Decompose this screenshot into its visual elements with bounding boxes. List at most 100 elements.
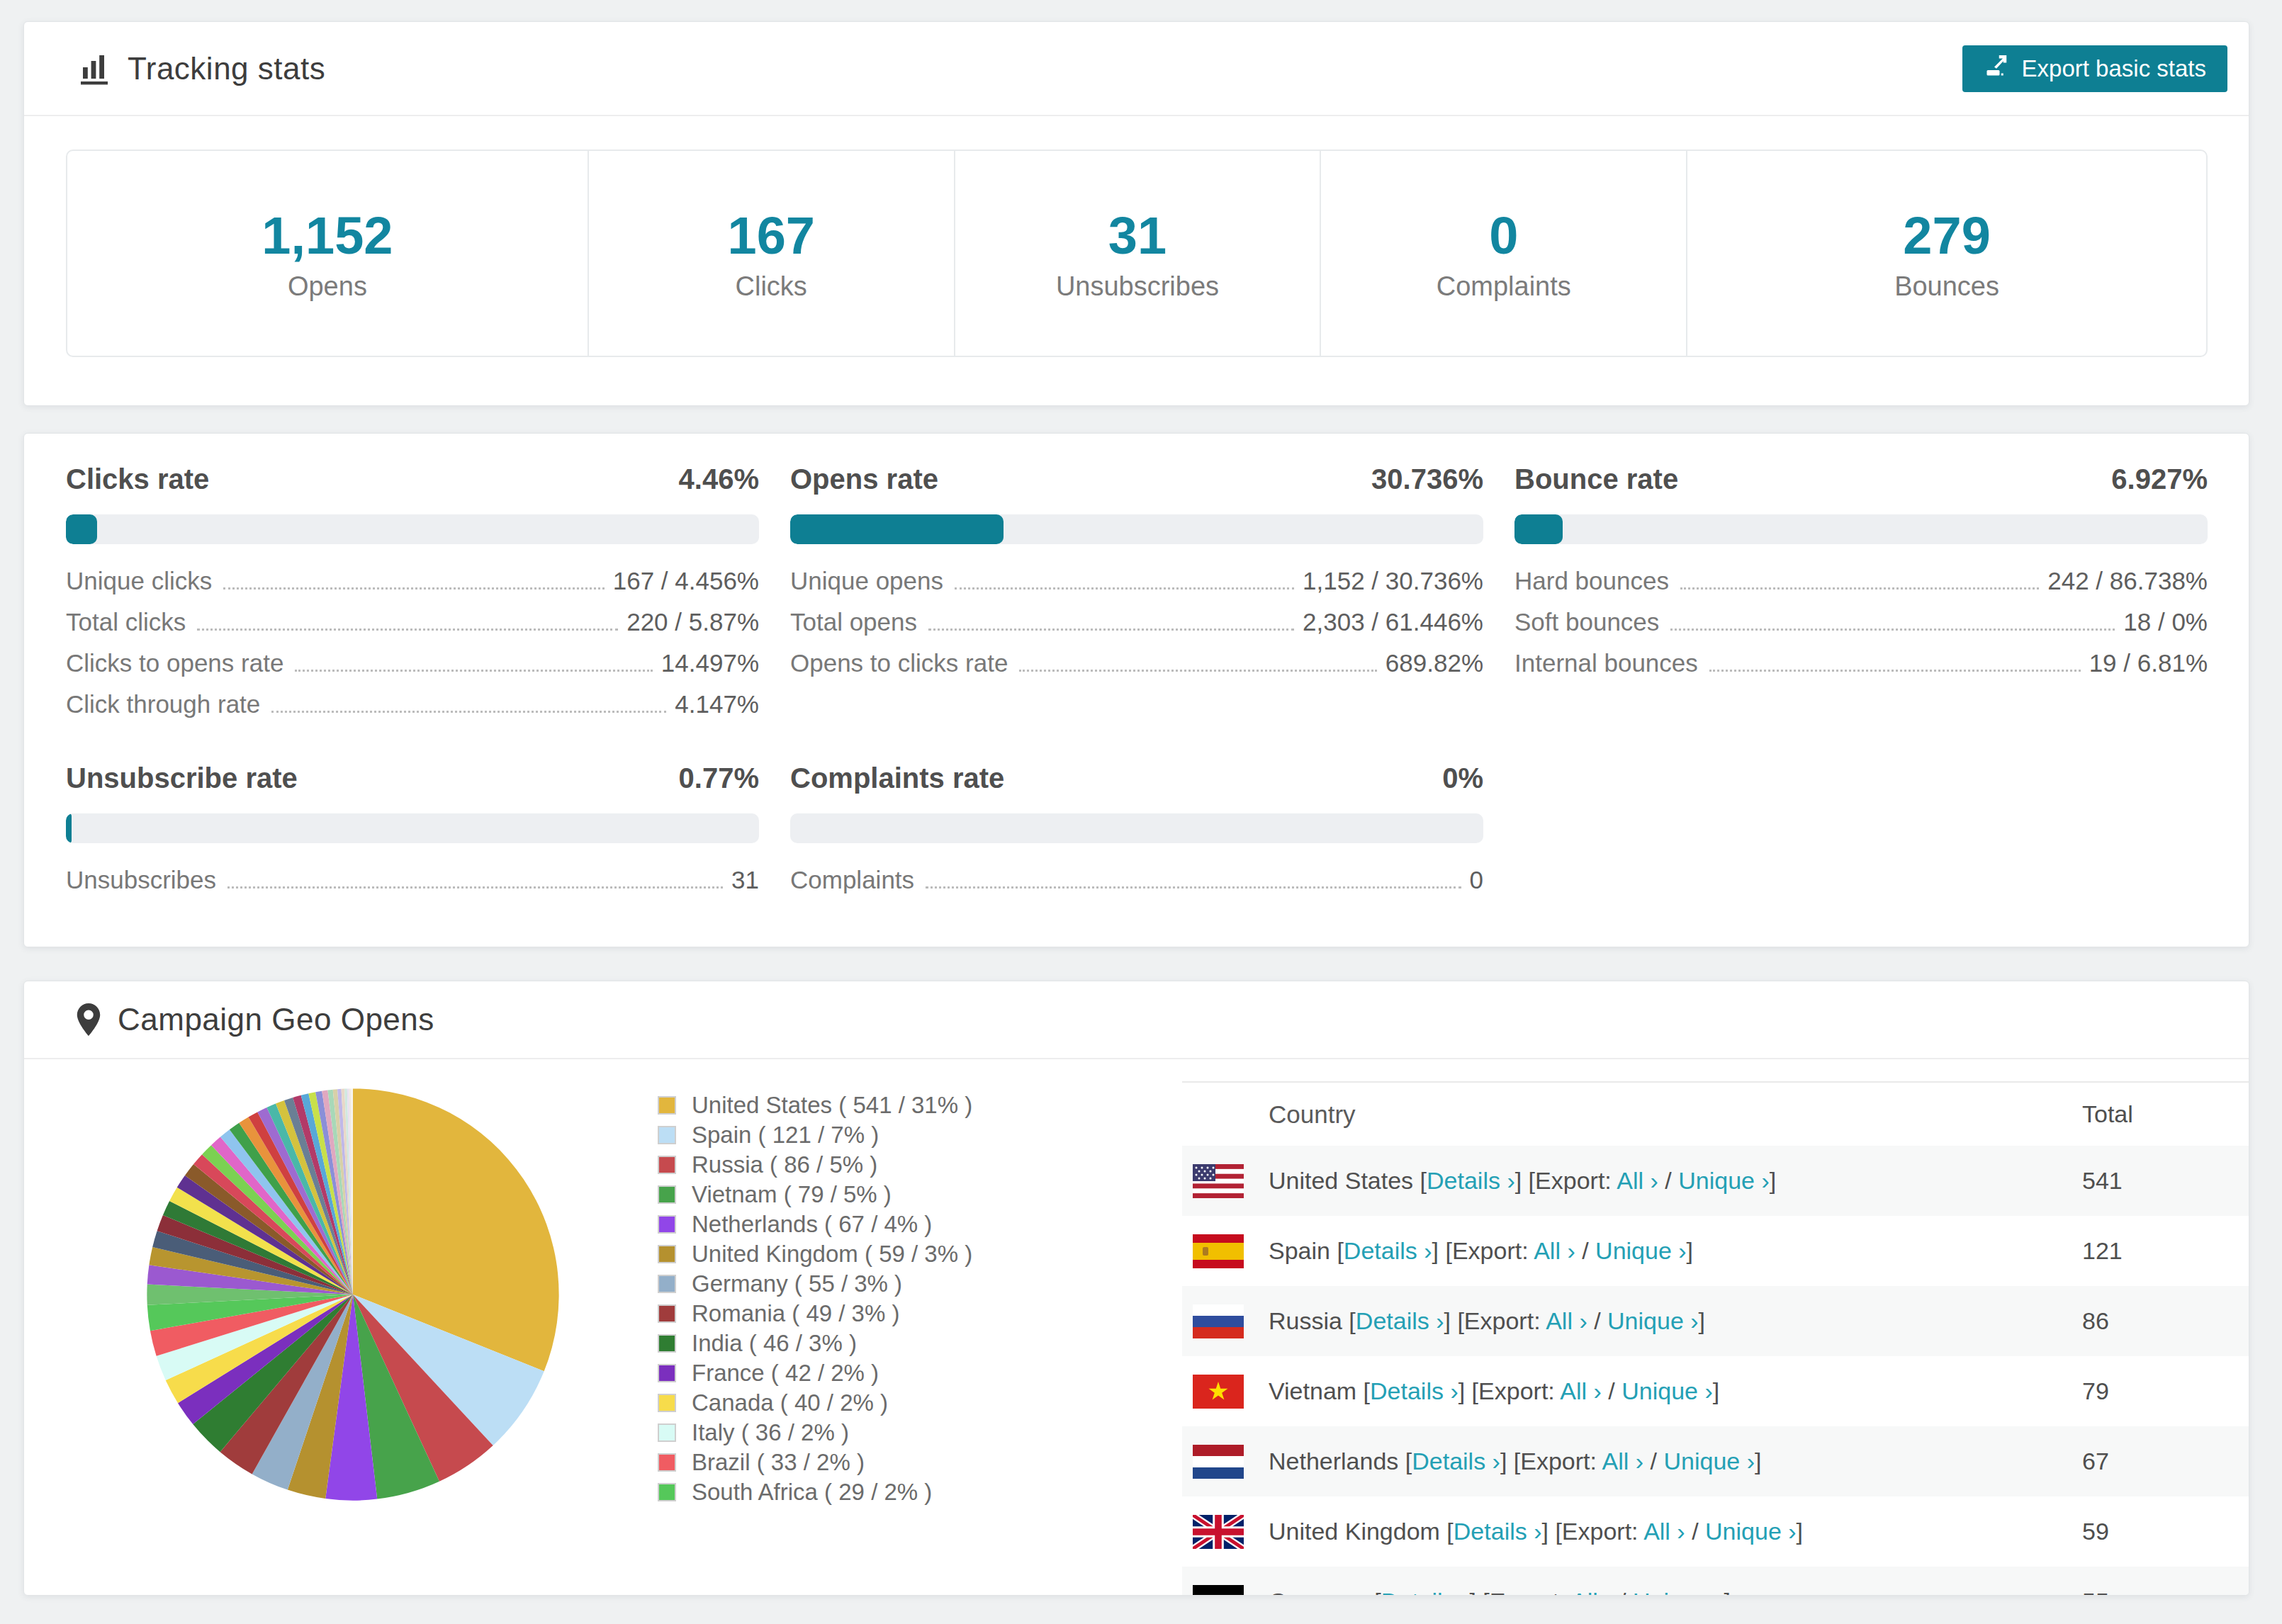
rate-row: Unique opens1,152 / 30.736% bbox=[790, 567, 1483, 608]
progress-bar bbox=[66, 514, 759, 544]
details-link[interactable]: Details › bbox=[1370, 1377, 1458, 1404]
rates-grid: Clicks rate4.46%Unique clicks167 / 4.456… bbox=[66, 463, 2208, 907]
export-basic-stats-button[interactable]: Export basic stats bbox=[1962, 45, 2227, 92]
tracking-stats-title: Tracking stats bbox=[77, 51, 325, 86]
rate-row: Total clicks220 / 5.87% bbox=[66, 608, 759, 649]
stat-label: Bounces bbox=[1894, 271, 1999, 302]
export-all-link[interactable]: All › bbox=[1643, 1518, 1685, 1545]
legend-swatch bbox=[658, 1334, 676, 1353]
geo-th-country: Country bbox=[1269, 1100, 2082, 1129]
legend-swatch bbox=[658, 1304, 676, 1323]
export-all-link[interactable]: All › bbox=[1534, 1237, 1575, 1264]
details-link[interactable]: Details › bbox=[1356, 1307, 1444, 1334]
stat-box-clicks: 167 Clicks bbox=[588, 151, 954, 356]
geo-table: Country Total United States [Details ›] … bbox=[1182, 1081, 2249, 1596]
export-unique-link[interactable]: Unique › bbox=[1607, 1307, 1699, 1334]
rate-section-clicks-rate: Clicks rate4.46%Unique clicks167 / 4.456… bbox=[66, 463, 759, 731]
geo-table-row-nl: Netherlands [Details ›] [Export: All › /… bbox=[1182, 1426, 2249, 1496]
rate-section-opens-rate: Opens rate30.736%Unique opens1,152 / 30.… bbox=[790, 463, 1483, 731]
stats-grid: 1,152Opens 167 Clicks 31 Unsubscribes 0Compla… bbox=[66, 150, 2208, 357]
details-link[interactable]: Details › bbox=[1427, 1167, 1515, 1194]
stats-wrap: 1,152Opens 167 Clicks 31 Unsubscribes 0Compla… bbox=[24, 116, 2249, 405]
rate-row: Click through rate4.147% bbox=[66, 690, 759, 731]
legend-item: Italy ( 36 / 2% ) bbox=[658, 1418, 972, 1448]
legend-swatch bbox=[658, 1394, 676, 1412]
page: Tracking stats Export basic stats 1,152O… bbox=[0, 0, 2282, 1596]
rate-row: Clicks to opens rate14.497% bbox=[66, 649, 759, 690]
map-marker-icon bbox=[77, 1003, 101, 1036]
progress-bar bbox=[1514, 514, 2208, 544]
rate-row: Hard bounces242 / 86.738% bbox=[1514, 567, 2208, 608]
geo-legend: United States ( 541 / 31% )Spain ( 121 /… bbox=[658, 1090, 972, 1507]
export-unique-link[interactable]: Unique › bbox=[1663, 1448, 1755, 1474]
export-all-link[interactable]: All › bbox=[1571, 1588, 1613, 1596]
stat-value: 31 bbox=[1108, 205, 1167, 266]
details-link[interactable]: Details › bbox=[1412, 1448, 1500, 1474]
export-unique-link[interactable]: Unique › bbox=[1595, 1237, 1687, 1264]
export-unique-link[interactable]: Unique › bbox=[1621, 1377, 1713, 1404]
legend-item: Brazil ( 33 / 2% ) bbox=[658, 1448, 972, 1477]
rate-section-unsubscribe-rate: Unsubscribe rate0.77%Unsubscribes31 bbox=[66, 762, 759, 907]
export-unique-link[interactable]: Unique › bbox=[1633, 1588, 1724, 1596]
stat-box-bounces: 279 Bounces bbox=[1686, 151, 2206, 356]
export-unique-link[interactable]: Unique › bbox=[1678, 1167, 1770, 1194]
rate-row: Internal bounces19 / 6.81% bbox=[1514, 649, 2208, 690]
legend-swatch bbox=[658, 1245, 676, 1263]
export-unique-link[interactable]: Unique › bbox=[1705, 1518, 1797, 1545]
stat-value: 167 bbox=[727, 205, 814, 266]
details-link[interactable]: Details › bbox=[1344, 1237, 1432, 1264]
stat-box-complaints: 0Complaints bbox=[1320, 151, 1686, 356]
rate-row: Unique clicks167 / 4.456% bbox=[66, 567, 759, 608]
stat-label: Unsubscribes bbox=[1056, 271, 1219, 302]
geo-table-row-vn: Vietnam [Details ›] [Export: All › / Uni… bbox=[1182, 1356, 2249, 1426]
export-button-label: Export basic stats bbox=[2022, 55, 2206, 82]
legend-item: Canada ( 40 / 2% ) bbox=[658, 1388, 972, 1418]
stat-box-opens: 1,152Opens bbox=[67, 151, 588, 356]
details-link[interactable]: Details › bbox=[1454, 1518, 1542, 1545]
export-icon bbox=[1984, 53, 2009, 84]
legend-item: United States ( 541 / 31% ) bbox=[658, 1090, 972, 1120]
legend-item: Russia ( 86 / 5% ) bbox=[658, 1150, 972, 1180]
rate-row: Soft bounces18 / 0% bbox=[1514, 608, 2208, 649]
tracking-stats-header: Tracking stats Export basic stats bbox=[24, 22, 2249, 116]
stat-box-unsubscribes: 31 Unsubscribes bbox=[954, 151, 1320, 356]
legend-item: Netherlands ( 67 / 4% ) bbox=[658, 1209, 972, 1239]
us-flag-icon bbox=[1193, 1164, 1244, 1198]
legend-swatch bbox=[658, 1275, 676, 1293]
details-link[interactable]: Details › bbox=[1381, 1588, 1470, 1596]
stat-label: Clicks bbox=[736, 271, 807, 302]
legend-item: Vietnam ( 79 / 5% ) bbox=[658, 1180, 972, 1209]
geo-table-row-ru: Russia [Details ›] [Export: All › / Uniq… bbox=[1182, 1286, 2249, 1356]
legend-swatch bbox=[658, 1156, 676, 1174]
geo-card-title: Campaign Geo Opens bbox=[77, 1002, 434, 1037]
legend-item: Spain ( 121 / 7% ) bbox=[658, 1120, 972, 1150]
export-all-link[interactable]: All › bbox=[1617, 1167, 1658, 1194]
legend-item: India ( 46 / 3% ) bbox=[658, 1329, 972, 1358]
rate-section-bounce-rate: Bounce rate6.927%Hard bounces242 / 86.73… bbox=[1514, 463, 2208, 731]
geo-th-total: Total bbox=[2082, 1100, 2249, 1128]
geo-table-row-es: Spain [Details ›] [Export: All › / Uniqu… bbox=[1182, 1216, 2249, 1286]
vn-flag-icon bbox=[1193, 1375, 1244, 1409]
legend-swatch bbox=[658, 1483, 676, 1501]
legend-item: France ( 42 / 2% ) bbox=[658, 1358, 972, 1388]
es-flag-icon bbox=[1193, 1234, 1244, 1268]
legend-swatch bbox=[658, 1185, 676, 1204]
tracking-stats-title-text: Tracking stats bbox=[128, 51, 325, 86]
legend-item: Germany ( 55 / 3% ) bbox=[658, 1269, 972, 1299]
ru-flag-icon bbox=[1193, 1304, 1244, 1338]
legend-swatch bbox=[658, 1126, 676, 1144]
export-all-link[interactable]: All › bbox=[1560, 1377, 1602, 1404]
geo-table-header: Country Total bbox=[1182, 1081, 2249, 1146]
geo-card-title-text: Campaign Geo Opens bbox=[118, 1002, 434, 1037]
progress-bar bbox=[790, 514, 1483, 544]
rate-row: Opens to clicks rate689.82% bbox=[790, 649, 1483, 690]
stat-value: 0 bbox=[1489, 205, 1518, 266]
rate-row: Complaints0 bbox=[790, 866, 1483, 907]
tracking-stats-card: Tracking stats Export basic stats 1,152O… bbox=[23, 21, 2249, 406]
rate-row: Total opens2,303 / 61.446% bbox=[790, 608, 1483, 649]
export-all-link[interactable]: All › bbox=[1602, 1448, 1644, 1474]
legend-swatch bbox=[658, 1364, 676, 1382]
progress-bar bbox=[66, 813, 759, 843]
export-all-link[interactable]: All › bbox=[1546, 1307, 1587, 1334]
stat-value: 279 bbox=[1903, 205, 1990, 266]
